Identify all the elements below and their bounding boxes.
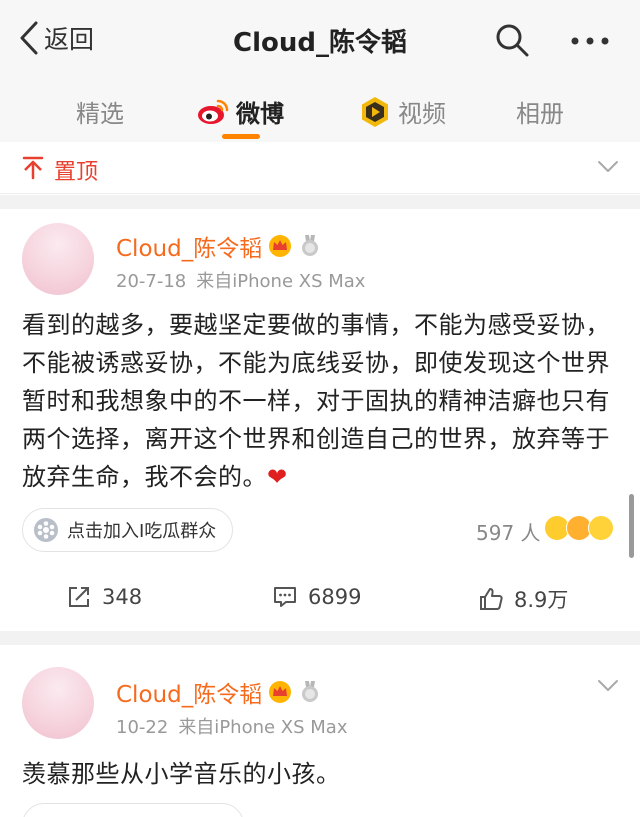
comment-button[interactable]: 6899 [272, 584, 361, 610]
like-count: 8.9万 [514, 588, 569, 612]
tab-label: 相册 [516, 100, 564, 128]
post-text-body: 看到的越多，要越坚定要做的事情，不能为感受妥协，不能被诱惑妥协，不能为底线妥协，… [22, 311, 610, 491]
tab-video[interactable]: 视频 [358, 94, 446, 129]
post-meta: 10-22 来自iPhone XS Max [116, 713, 347, 739]
tab-featured[interactable]: 精选 [76, 94, 124, 129]
tab-weibo[interactable]: 微博 [196, 94, 284, 129]
reaction-emojis[interactable] [544, 515, 614, 541]
join-group-chip[interactable] [22, 803, 244, 817]
vip-crown-icon [269, 235, 292, 257]
author-name-text: Cloud_陈令韬 [116, 682, 263, 708]
medal-icon [302, 235, 319, 256]
chevron-down-icon[interactable] [597, 160, 619, 174]
active-tab-indicator [222, 134, 260, 139]
medal-icon [302, 681, 319, 702]
page-title: Cloud_陈令韬 [233, 28, 407, 58]
vip-crown-icon [269, 681, 292, 703]
post-source: 来自iPhone XS Max [196, 271, 366, 292]
video-icon [362, 96, 388, 127]
heart-emoji: ❤ [267, 463, 288, 491]
tab-label: 微博 [236, 100, 284, 128]
post-card[interactable]: Cloud_陈令韬 20-7-18 来自iPhone XS Max 看到的越多，要… [0, 209, 640, 631]
search-icon[interactable] [494, 22, 530, 58]
group-chip-label: 点击加入I吃瓜群众 [67, 521, 217, 542]
post-source: 来自iPhone XS Max [178, 717, 348, 738]
post-text: 羡慕那些从小学音乐的小孩。 [22, 760, 341, 788]
reaction-count: 597 人 [476, 521, 541, 545]
comment-icon [274, 587, 296, 607]
post-date: 20-7-18 [116, 271, 187, 292]
author-name-text: Cloud_陈令韬 [116, 236, 263, 262]
repost-count: 348 [102, 585, 143, 609]
post-meta: 20-7-18 来自iPhone XS Max [116, 267, 365, 293]
join-group-chip[interactable]: 点击加入I吃瓜群众 [22, 508, 234, 552]
avatar[interactable] [22, 667, 94, 739]
scrollbar[interactable] [629, 494, 634, 558]
post-actions: 348 6899 8.9万 [0, 574, 640, 624]
pinned-header: 置顶 [0, 142, 640, 194]
repost-icon [69, 587, 89, 607]
comment-count: 6899 [308, 585, 362, 609]
avatar[interactable] [22, 223, 94, 295]
weibo-logo-icon [198, 99, 229, 124]
pinned-label: 置顶 [54, 160, 99, 185]
post-card[interactable]: Cloud_陈令韬 10-22 来自iPhone XS Max 羡慕那些从小学音乐… [0, 645, 640, 817]
like-button[interactable]: 8.9万 [478, 584, 568, 614]
top-navigation-bar: 返回 Cloud_陈令韬 [0, 0, 640, 80]
chevron-down-icon[interactable] [597, 679, 619, 693]
more-icon[interactable] [570, 36, 610, 46]
repost-button[interactable]: 348 [66, 584, 142, 610]
post-text: 看到的越多，要越坚定要做的事情，不能为感受妥协，不能被诱惑妥协，不能为底线妥协，… [22, 306, 620, 496]
section-divider [0, 631, 640, 645]
pin-top-icon [22, 156, 44, 180]
surprised-emoji-icon [588, 515, 614, 541]
tab-label: 视频 [398, 100, 446, 128]
author-name[interactable]: Cloud_陈令韬 [116, 675, 322, 709]
group-icon [34, 518, 58, 542]
section-divider [0, 195, 640, 209]
tab-album[interactable]: 相册 [516, 94, 564, 129]
author-name[interactable]: Cloud_陈令韬 [116, 229, 322, 263]
post-date: 10-22 [116, 717, 169, 738]
like-icon [480, 588, 503, 610]
tab-label: 精选 [76, 100, 124, 128]
profile-tabs: 精选 微博 视频 相册 [0, 80, 640, 142]
